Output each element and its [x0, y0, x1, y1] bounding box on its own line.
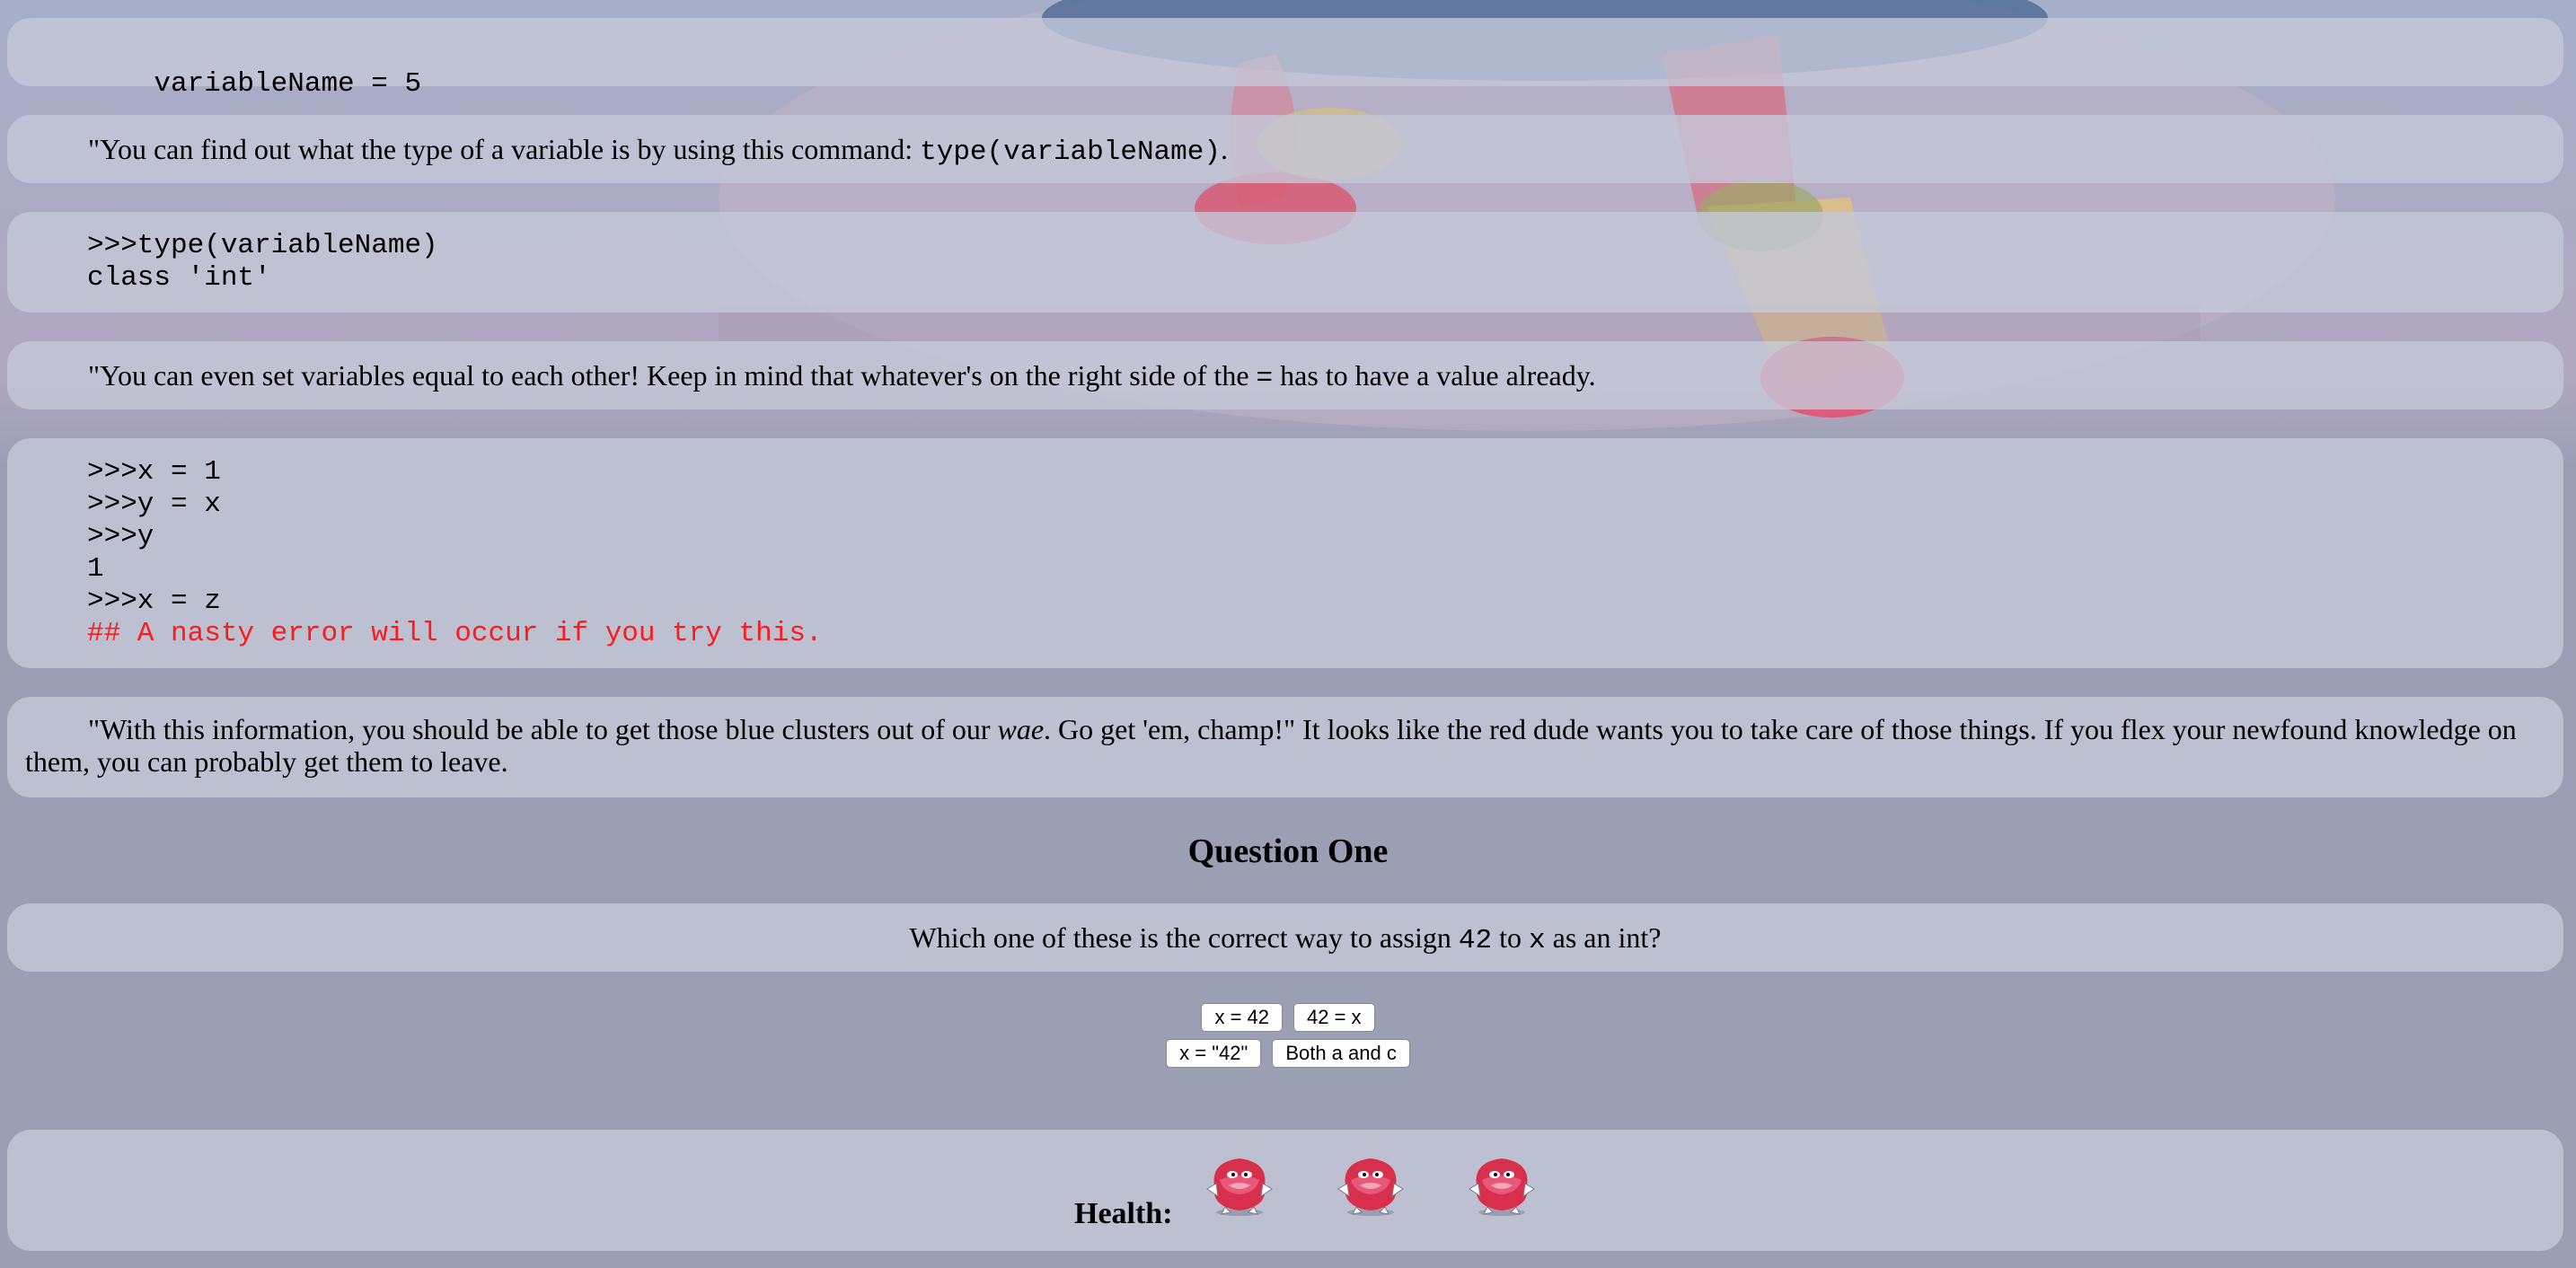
code-line: 1 [87, 553, 104, 585]
question-title: Question One [1187, 832, 1389, 870]
paragraph-text: "You can even set variables equal to eac… [88, 359, 1257, 392]
code-line: >>>x = 1 [87, 456, 221, 488]
paragraph-text: has to have a value already. [1273, 359, 1596, 392]
red-knuckles-sprite-icon [1464, 1153, 1539, 1218]
prompt-text: Which one of these is the correct way to… [909, 921, 1459, 954]
paragraph-story: "With this information, you should be ab… [7, 697, 2563, 797]
code-line: class 'int' [87, 262, 271, 294]
answer-button-a[interactable]: x = 42 [1201, 1003, 1283, 1032]
paragraph-text: "With this information, you should be ab… [88, 713, 998, 745]
health-bar: Health: [7, 1130, 2563, 1251]
answer-button-b[interactable]: 42 = x [1293, 1003, 1375, 1032]
code-block-type-output: >>>type(variableName) class 'int' [7, 212, 2563, 313]
paragraph-text: . [1220, 133, 1228, 165]
inline-code: 42 [1458, 925, 1493, 956]
code-line: >>>x = z [87, 586, 221, 617]
paragraph-variables-equal: "You can even set variables equal to eac… [7, 341, 2563, 409]
emphasis-text: wae [997, 713, 1045, 745]
answer-button-d[interactable]: Both a and c [1272, 1039, 1410, 1068]
question-prompt: Which one of these is the correct way to… [7, 903, 2563, 972]
paragraph-type-command: "You can find out what the type of a var… [7, 115, 2563, 183]
code-block-variable-example: >>>x = 1 >>>y = x >>>y 1 >>>x = z ## A nasty … [7, 438, 2563, 668]
inline-code: = [1256, 363, 1274, 394]
inline-code: x [1529, 925, 1546, 956]
code-line: >>>y [87, 521, 154, 552]
code-error-comment: ## A nasty error will occur if you try t… [87, 618, 823, 649]
code-line: variableName = 5 [154, 68, 422, 100]
code-line: >>>type(variableName) [87, 230, 438, 261]
prompt-text: as an int? [1545, 921, 1662, 954]
red-knuckles-sprite-icon [1333, 1153, 1408, 1218]
answer-button-c[interactable]: x = "42" [1166, 1039, 1262, 1068]
inline-code: type(variableName) [920, 136, 1221, 168]
prompt-text: to [1492, 921, 1529, 954]
code-block-assignment: variableName = 5 [7, 18, 2563, 100]
code-line: >>>y = x [87, 489, 221, 520]
paragraph-text: "You can find out what the type of a var… [88, 133, 921, 165]
health-label: Health: [1074, 1197, 1173, 1230]
answer-options: x = 42 42 = x x = "42" Both a and c [0, 1003, 2576, 1075]
red-knuckles-sprite-icon [1202, 1153, 1277, 1218]
